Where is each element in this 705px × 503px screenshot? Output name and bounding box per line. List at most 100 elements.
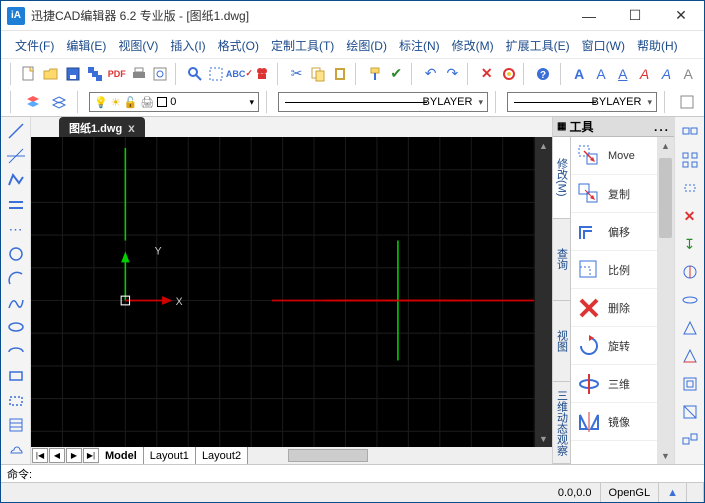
- cmd-3drotate[interactable]: 三维: [571, 365, 657, 403]
- minimize-button[interactable]: —: [566, 1, 612, 31]
- close-button[interactable]: ✕: [658, 1, 704, 31]
- lineweight-combo[interactable]: BYLAYER ▾: [507, 92, 657, 112]
- scroll-up-icon[interactable]: ▲: [535, 137, 552, 154]
- document-tab[interactable]: 图纸1.dwg x: [59, 117, 145, 137]
- side-tab-orbit[interactable]: 三维动态观察: [553, 382, 570, 464]
- rect3pt-tool-icon[interactable]: [4, 391, 28, 412]
- array-path-icon[interactable]: [678, 149, 702, 171]
- layer-state-icon[interactable]: [48, 91, 70, 113]
- hatch-tool-icon[interactable]: [4, 415, 28, 436]
- side-tab-modify[interactable]: 修改(M): [553, 137, 570, 219]
- tab-layout1[interactable]: Layout1: [144, 447, 196, 464]
- tab-nav-last[interactable]: ▶|: [83, 448, 99, 463]
- cmd-move[interactable]: Move: [571, 137, 657, 175]
- scroll-thumb-h[interactable]: [288, 449, 368, 462]
- horizontal-scrollbar[interactable]: [248, 447, 552, 464]
- polyline-tool-icon[interactable]: [4, 170, 28, 191]
- menu-dim[interactable]: 标注(N): [393, 35, 446, 56]
- textstyle-5[interactable]: A: [656, 63, 676, 85]
- find-icon[interactable]: [185, 63, 205, 85]
- cmd-copy[interactable]: 复制: [571, 175, 657, 213]
- panel-scroll-down-icon[interactable]: ▼: [657, 447, 674, 464]
- menu-help[interactable]: 帮助(H): [631, 35, 684, 56]
- tab-nav-prev[interactable]: ◀: [49, 448, 65, 463]
- tool-panel-menu-icon[interactable]: ...: [654, 120, 670, 134]
- plot-preview-icon[interactable]: [150, 63, 170, 85]
- cut-icon[interactable]: ✂: [287, 63, 307, 85]
- maximize-button[interactable]: ☐: [612, 1, 658, 31]
- audit-icon[interactable]: [252, 63, 272, 85]
- menu-view[interactable]: 视图(V): [112, 35, 164, 56]
- extend-icon[interactable]: ↧: [678, 233, 702, 255]
- revcloud-tool-icon[interactable]: [4, 440, 28, 461]
- trim-x-icon[interactable]: ✕: [678, 205, 702, 227]
- menu-edit[interactable]: 编辑(E): [60, 35, 112, 56]
- menu-custom[interactable]: 定制工具(T): [265, 35, 340, 56]
- rectangle-tool-icon[interactable]: [4, 366, 28, 387]
- join-icon[interactable]: [678, 289, 702, 311]
- panel-scrollbar[interactable]: ▲ ▼: [657, 137, 674, 464]
- spline-tool-icon[interactable]: [4, 293, 28, 314]
- textstyle-3[interactable]: A: [613, 63, 633, 85]
- spellcheck-icon[interactable]: ABC✓: [228, 63, 250, 85]
- tab-close-icon[interactable]: x: [128, 121, 135, 135]
- xline-tool-icon[interactable]: [4, 146, 28, 167]
- redo-icon[interactable]: ↷: [443, 63, 463, 85]
- pdf-icon[interactable]: PDF: [107, 63, 127, 85]
- break-icon[interactable]: [678, 261, 702, 283]
- dots-tool-icon[interactable]: ⋯: [4, 219, 28, 240]
- saveall-icon[interactable]: [85, 63, 105, 85]
- side-tab-view[interactable]: 视图: [553, 301, 570, 383]
- cmd-offset[interactable]: 偏移: [571, 213, 657, 251]
- print-icon[interactable]: [129, 63, 149, 85]
- tab-model[interactable]: Model: [99, 447, 144, 464]
- ellipse-arc-tool-icon[interactable]: [4, 342, 28, 363]
- textstyle-2[interactable]: A: [591, 63, 611, 85]
- status-osnap-icon[interactable]: ▲: [659, 483, 687, 502]
- menu-insert[interactable]: 插入(I): [164, 35, 211, 56]
- ellipse-tool-icon[interactable]: [4, 317, 28, 338]
- panel-scroll-up-icon[interactable]: ▲: [657, 137, 674, 154]
- fillet-icon[interactable]: [678, 317, 702, 339]
- purge-icon[interactable]: [499, 63, 519, 85]
- linetype-combo[interactable]: BYLAYER ▾: [278, 92, 488, 112]
- side-tab-query[interactable]: 查询: [553, 219, 570, 301]
- tool-panel-header[interactable]: ▦ 工具 ...: [553, 117, 674, 137]
- line-tool-icon[interactable]: [4, 121, 28, 142]
- new-icon[interactable]: [20, 63, 40, 85]
- panel-scroll-thumb[interactable]: [659, 158, 672, 238]
- region-icon[interactable]: [678, 373, 702, 395]
- save-icon[interactable]: [63, 63, 83, 85]
- chamfer-icon[interactable]: [678, 345, 702, 367]
- help-icon[interactable]: ?: [533, 63, 553, 85]
- paste-icon[interactable]: [330, 63, 350, 85]
- erase-red-icon[interactable]: ✕: [477, 63, 497, 85]
- scroll-down-icon[interactable]: ▼: [535, 430, 552, 447]
- menu-ext[interactable]: 扩展工具(E): [500, 35, 576, 56]
- drawing-canvas[interactable]: Y X ▲ ▼ |◀ ◀ ▶ ▶|: [31, 137, 552, 464]
- color-picker-icon[interactable]: [676, 91, 698, 113]
- copy-icon[interactable]: [309, 63, 329, 85]
- arc-tool-icon[interactable]: [4, 268, 28, 289]
- layer-manager-icon[interactable]: [22, 91, 44, 113]
- vertical-scrollbar[interactable]: ▲ ▼: [535, 137, 552, 447]
- textstyle-6[interactable]: A: [678, 63, 698, 85]
- measure-icon[interactable]: ✔: [386, 63, 406, 85]
- cmd-rotate[interactable]: 旋转: [571, 327, 657, 365]
- array-rect-icon[interactable]: [678, 121, 702, 143]
- wipeout-icon[interactable]: [678, 401, 702, 423]
- explode-icon[interactable]: [678, 429, 702, 451]
- mline-tool-icon[interactable]: [4, 195, 28, 216]
- menu-modify[interactable]: 修改(M): [446, 35, 500, 56]
- open-icon[interactable]: [41, 63, 61, 85]
- circle-tool-icon[interactable]: [4, 244, 28, 265]
- layer-combo[interactable]: 💡 ☀ 🔓 🖨 0 ▾: [89, 92, 259, 112]
- stretch-icon[interactable]: [678, 177, 702, 199]
- cmd-scale[interactable]: 比例: [571, 251, 657, 289]
- tab-nav-next[interactable]: ▶: [66, 448, 82, 463]
- command-line[interactable]: 命令:: [1, 464, 704, 482]
- undo-icon[interactable]: ↶: [421, 63, 441, 85]
- menu-draw[interactable]: 绘图(D): [340, 35, 393, 56]
- menu-window[interactable]: 窗口(W): [576, 35, 631, 56]
- textstyle-1[interactable]: A: [569, 63, 589, 85]
